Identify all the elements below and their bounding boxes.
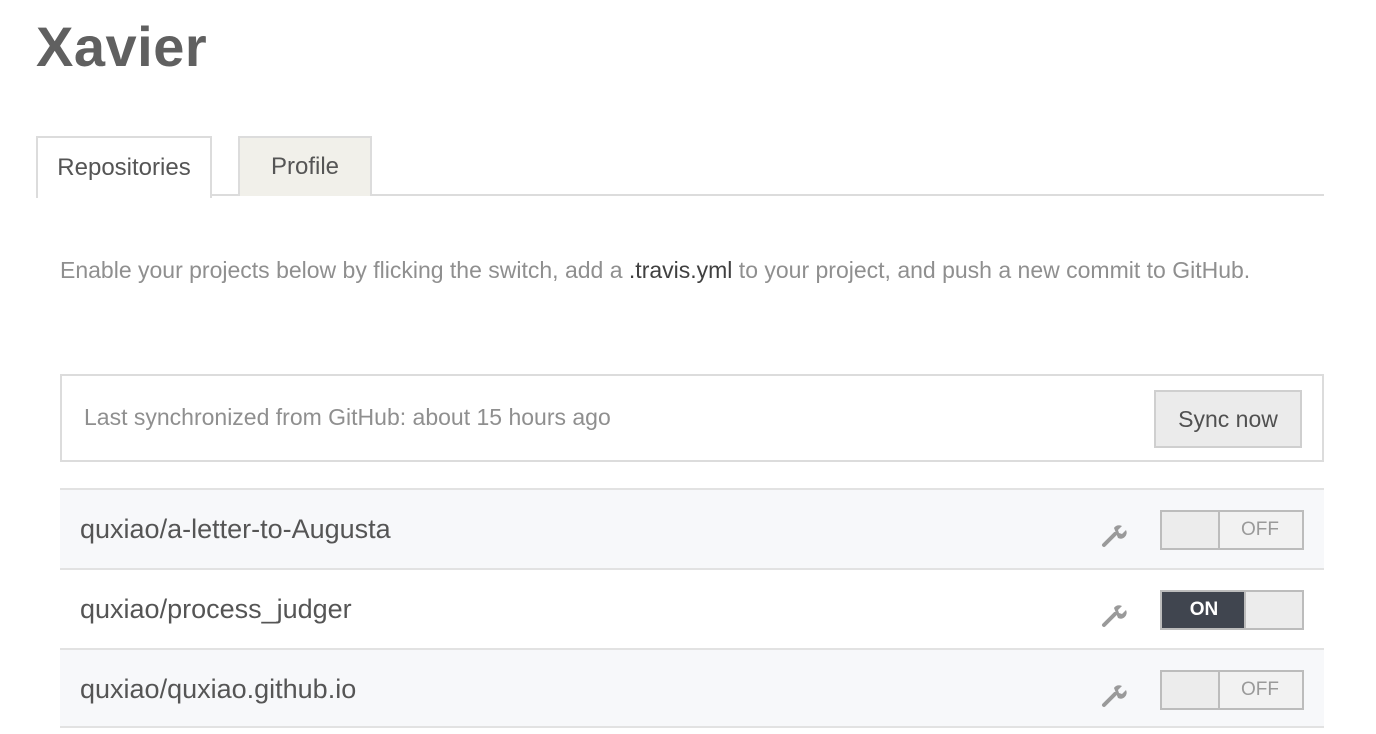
toggle-state-label: OFF	[1241, 519, 1279, 540]
repo-name: quxiao/a-letter-to-Augusta	[80, 514, 391, 544]
repo-row: quxiao/a-letter-to-Augusta OFF	[60, 488, 1324, 568]
repo-toggle-switch[interactable]: OFF	[1160, 670, 1304, 710]
repo-name: quxiao/process_judger	[80, 594, 352, 624]
tab-repositories[interactable]: Repositories	[36, 136, 212, 198]
sync-status-text: Last synchronized from GitHub: about 15 …	[84, 404, 611, 430]
page-title: Xavier	[36, 15, 208, 78]
toggle-knob	[1162, 672, 1220, 708]
intro-text-after: to your project, and push a new commit t…	[732, 257, 1251, 283]
toggle-knob	[1162, 512, 1220, 548]
repo-row: quxiao/quxiao.github.io OFF	[60, 648, 1324, 728]
wrench-icon[interactable]	[1098, 600, 1128, 630]
intro-text-before: Enable your projects below by flicking t…	[60, 257, 629, 283]
sync-panel: Last synchronized from GitHub: about 15 …	[60, 374, 1324, 462]
wrench-icon[interactable]	[1098, 680, 1128, 710]
toggle-state-label: OFF	[1241, 679, 1279, 700]
repo-row: quxiao/process_judger ON	[60, 568, 1324, 648]
repository-list: quxiao/a-letter-to-Augusta OFF quxiao/pr…	[60, 488, 1324, 728]
repo-toggle-switch[interactable]: OFF	[1160, 510, 1304, 550]
tab-profile[interactable]: Profile	[238, 136, 372, 196]
wrench-icon[interactable]	[1098, 520, 1128, 550]
intro-text: Enable your projects below by flicking t…	[60, 248, 1290, 292]
travis-yml-filename: .travis.yml	[628, 257, 733, 283]
toggle-state-label: ON	[1189, 599, 1219, 620]
tab-bar: Repositories Profile	[36, 136, 1324, 198]
repo-toggle-switch[interactable]: ON	[1160, 590, 1304, 630]
sync-now-button[interactable]: Sync now	[1154, 390, 1302, 448]
toggle-knob	[1244, 592, 1302, 628]
repo-name: quxiao/quxiao.github.io	[80, 674, 357, 704]
